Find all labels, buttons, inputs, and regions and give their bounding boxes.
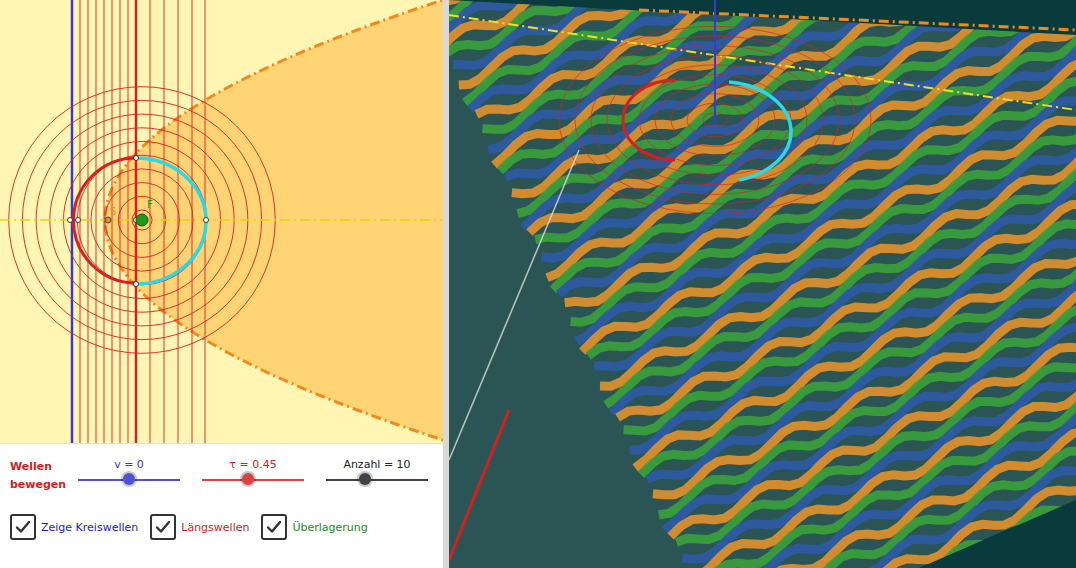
- checkbox-label: Zeige Kreiswellen: [41, 521, 138, 534]
- slider-track[interactable]: [78, 479, 180, 481]
- slider-knob[interactable]: [242, 473, 254, 485]
- point-s[interactable]: [105, 217, 111, 223]
- check-icon: [155, 519, 171, 535]
- checkbox-item[interactable]: Zeige Kreiswellen: [10, 514, 138, 540]
- slider-row: Wellenbewegen v = 0 τ = 0.45 Anzahl = 10: [10, 458, 433, 494]
- point-label: S: [110, 206, 116, 217]
- slider[interactable]: v = 0: [78, 458, 180, 481]
- checkbox[interactable]: [150, 514, 176, 540]
- slider-knob[interactable]: [123, 473, 135, 485]
- check-icon: [15, 519, 31, 535]
- applet: SFWellenbewegenv = 0τ = 0.45Anzahl = 10Z…: [0, 0, 1076, 568]
- slider[interactable]: τ = 0.45: [202, 458, 304, 481]
- checkbox-row: Zeige Kreiswellen Längswellen Überlagerung: [10, 514, 433, 540]
- right-panel: [449, 0, 1076, 568]
- slider[interactable]: Anzahl = 10: [326, 458, 428, 481]
- checkbox-item[interactable]: Überlagerung: [261, 514, 367, 540]
- slider-label: v = 0: [114, 458, 144, 471]
- graphics-3d-view[interactable]: [449, 0, 1076, 568]
- slider-knob[interactable]: [359, 473, 371, 485]
- slider-track[interactable]: [202, 479, 304, 481]
- checkbox-label: Überlagerung: [292, 521, 367, 534]
- animate-button[interactable]: Wellenbewegen: [10, 458, 56, 494]
- checkbox-label: Längswellen: [181, 521, 249, 534]
- slider-label: Anzahl = 10: [343, 458, 410, 471]
- left-panel: SFWellenbewegenv = 0τ = 0.45Anzahl = 10Z…: [0, 0, 443, 568]
- graphics-view[interactable]: SF: [0, 0, 443, 443]
- checkbox[interactable]: [10, 514, 36, 540]
- checkbox[interactable]: [261, 514, 287, 540]
- point-f[interactable]: [136, 214, 148, 226]
- check-icon: [266, 519, 282, 535]
- controls: Wellenbewegen v = 0 τ = 0.45 Anzahl = 10 Zei…: [0, 443, 443, 568]
- point-label: F: [147, 199, 153, 210]
- slider-track[interactable]: [326, 479, 428, 481]
- slider-label: τ = 0.45: [229, 458, 276, 471]
- checkbox-item[interactable]: Längswellen: [150, 514, 249, 540]
